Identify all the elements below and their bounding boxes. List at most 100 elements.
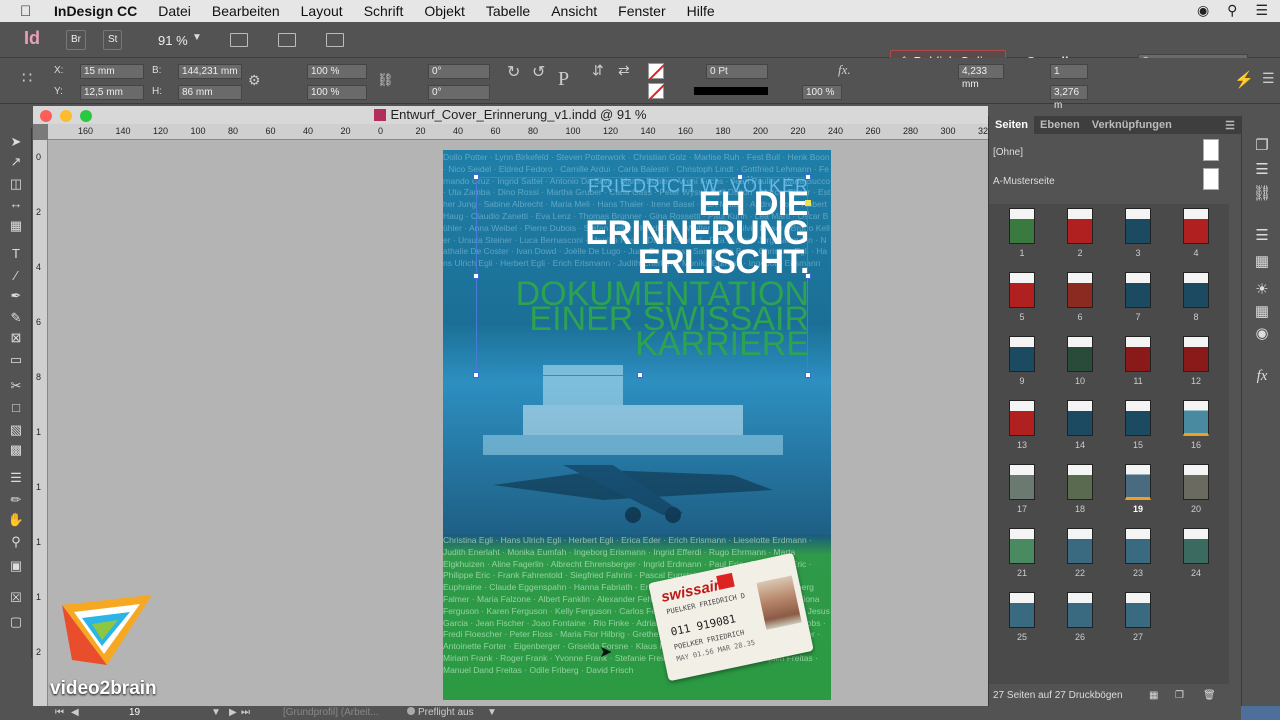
table-panel-icon[interactable]: ▦ (1252, 302, 1272, 322)
last-page-icon[interactable]: ⏭ (241, 707, 250, 718)
content-collector-icon[interactable]: ▦ (7, 218, 25, 234)
scale-x-field[interactable]: 100 % (307, 64, 367, 79)
menu-bearbeiten[interactable]: Bearbeiten (212, 3, 280, 19)
first-page-icon[interactable]: ⏮ (55, 707, 64, 718)
spotlight-search-icon[interactable]: ⚲ (1227, 2, 1237, 19)
selection-handle[interactable] (473, 273, 479, 279)
page-thumbnail[interactable] (1125, 464, 1151, 500)
panel-menu-icon[interactable]: ☰ (1225, 119, 1235, 132)
gradient-feather-tool-icon[interactable]: ▩ (7, 442, 25, 458)
notification-list-icon[interactable]: ☰ (1255, 2, 1268, 19)
view-mode-icon[interactable]: ▢ (7, 614, 25, 630)
tab-ebenen[interactable]: Ebenen (1034, 119, 1086, 131)
select-container-icon[interactable]: P (558, 68, 569, 91)
selection-handle[interactable] (805, 372, 811, 378)
zoom-level[interactable]: 91 % (158, 33, 188, 48)
page-thumbnail[interactable] (1067, 336, 1093, 372)
menu-app[interactable]: InDesign CC (54, 3, 137, 19)
page-thumbnail[interactable] (1067, 528, 1093, 564)
page-thumbnail[interactable] (1125, 400, 1151, 436)
preflight-dropdown-icon[interactable]: ▼ (487, 707, 497, 718)
page-thumbnail[interactable] (1009, 464, 1035, 500)
page-thumbnail[interactable] (1009, 272, 1035, 308)
note-tool-icon[interactable]: ☰ (7, 470, 25, 486)
creative-cloud-panel-icon[interactable]: ◉ (1252, 324, 1272, 344)
direct-selection-tool-icon[interactable]: ↗ (7, 154, 25, 170)
stroke-swatch-icon[interactable] (648, 83, 665, 100)
opacity-field[interactable]: 100 % (802, 85, 842, 100)
reference-point-icon[interactable]: ∷ (22, 68, 42, 88)
master-none-label[interactable]: [Ohne] (993, 147, 1023, 158)
arrange-documents-icon[interactable] (326, 33, 344, 47)
pages-panel-icon[interactable]: ❐ (1252, 136, 1272, 156)
selection-tool-icon[interactable]: ➤ (7, 134, 25, 150)
page-thumbnail[interactable] (1009, 592, 1035, 628)
menu-objekt[interactable]: Objekt (424, 3, 464, 19)
effects-fx-icon[interactable]: fx. (838, 62, 851, 78)
page-number-field[interactable]: 19 (129, 707, 140, 718)
link-icon[interactable]: ⛓ (377, 72, 394, 88)
preflight-profile[interactable]: [Grundprofil] (Arbeit... (283, 707, 379, 718)
selection-handle[interactable] (805, 273, 811, 279)
menu-ansicht[interactable]: Ansicht (551, 3, 597, 19)
frame-width-field[interactable]: 4,233 mm (958, 64, 1004, 90)
constrain-proportions-icon[interactable]: ⚙ (248, 72, 261, 89)
flip-horizontal-icon[interactable]: ⇵ (592, 62, 604, 79)
page-thumbnail[interactable] (1183, 400, 1209, 436)
page-thumbnail[interactable] (1009, 336, 1035, 372)
apple-icon[interactable]:  (20, 3, 40, 20)
page-tool-icon[interactable]: ◫ (7, 176, 25, 192)
stock-button[interactable]: St (103, 30, 123, 50)
vertical-ruler[interactable]: 0 2 4 6 8 1 1 1 1 2 (33, 140, 48, 706)
menu-tabelle[interactable]: Tabelle (486, 3, 530, 19)
delete-page-icon[interactable]: 🗑 (1203, 686, 1216, 706)
hand-tool-icon[interactable]: ✋ (7, 512, 25, 528)
fill-stroke-icon[interactable]: ▣ (7, 558, 25, 574)
close-window-icon[interactable] (40, 110, 52, 122)
page-thumbnail[interactable] (1067, 272, 1093, 308)
master-a-thumb[interactable] (1203, 168, 1219, 190)
y-position-field[interactable]: 12,5 mm (80, 85, 144, 100)
selection-handle[interactable] (637, 372, 643, 378)
creative-cloud-icon[interactable]: ◉ (1197, 2, 1209, 19)
type-tool-icon[interactable]: T (7, 246, 25, 262)
cc-libraries-icon[interactable]: ☀ (1252, 280, 1272, 300)
scale-y-field[interactable]: 100 % (307, 85, 367, 100)
page-thumbnail[interactable] (1125, 208, 1151, 244)
page-thumbnails-area[interactable]: 1 2 3 4 5 6 7 8 9 10 11 12 13 14 15 16 17 18 19 20 21 22 23 24 2… (989, 204, 1229, 684)
page-thumbnail[interactable] (1183, 528, 1209, 564)
stroke-weight-field[interactable]: 0 Pt (706, 64, 768, 79)
selection-handle[interactable] (473, 174, 479, 180)
minimize-window-icon[interactable] (60, 110, 72, 122)
layers-panel-icon[interactable]: ☰ (1252, 160, 1272, 180)
page-size-icon[interactable]: ▦ (1149, 686, 1158, 706)
selection-frame[interactable] (476, 177, 808, 376)
page-thumbnail[interactable] (1067, 592, 1093, 628)
page-thumbnail[interactable] (1067, 208, 1093, 244)
rotate-ccw-icon[interactable]: ↺ (532, 62, 545, 82)
height-field[interactable]: 86 mm (178, 85, 242, 100)
apply-none-icon[interactable]: ☒ (7, 590, 25, 606)
zoom-dropdown-icon[interactable]: ▼ (192, 32, 202, 43)
pencil-tool-icon[interactable]: ✎ (7, 310, 25, 326)
page-thumbnail[interactable] (1183, 272, 1209, 308)
pen-tool-icon[interactable]: ✒ (7, 288, 25, 304)
gutter-field[interactable]: 3,276 m (1050, 85, 1088, 111)
view-options-icon[interactable] (230, 33, 248, 47)
rectangle-frame-tool-icon[interactable]: ⊠ (7, 330, 25, 346)
page-thumbnail[interactable] (1183, 464, 1209, 500)
line-tool-icon[interactable]: ∕ (7, 268, 25, 284)
preflight-status[interactable]: Preflight aus (418, 707, 474, 718)
page-thumbnail[interactable] (1125, 336, 1151, 372)
master-a-label[interactable]: A-Musterseite (993, 176, 1055, 187)
rotation-field[interactable]: 0° (428, 64, 490, 79)
eyedropper-tool-icon[interactable]: ✏ (7, 492, 25, 508)
stroke-type-selector[interactable] (694, 87, 768, 95)
selection-handle[interactable] (805, 174, 811, 180)
scissors-tool-icon[interactable]: ✂ (7, 378, 25, 394)
page-thumbnail[interactable] (1125, 592, 1151, 628)
menu-layout[interactable]: Layout (301, 3, 343, 19)
links-panel-icon[interactable]: ⛓ (1252, 184, 1272, 204)
next-page-icon[interactable]: ▶ (229, 707, 237, 718)
page-thumbnail[interactable] (1009, 208, 1035, 244)
